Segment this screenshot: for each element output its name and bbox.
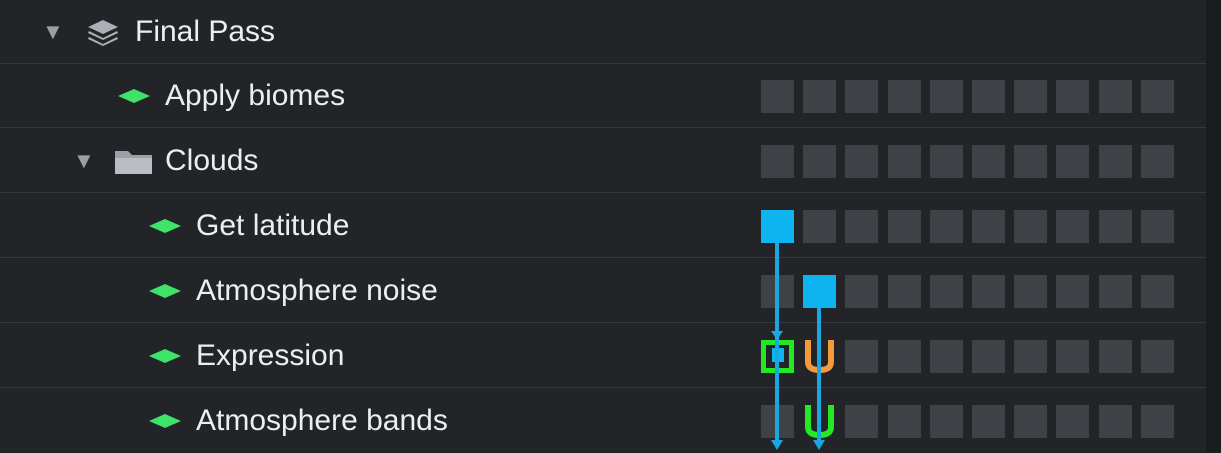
empty-slot[interactable] — [1099, 145, 1132, 178]
tree-row-label: Expression — [196, 339, 345, 372]
input-port-fill — [772, 348, 784, 362]
empty-slot[interactable] — [1099, 340, 1132, 373]
empty-slot[interactable] — [888, 340, 921, 373]
empty-slot[interactable] — [1014, 405, 1047, 438]
collapse-arrow-icon[interactable]: ▼ — [42, 0, 64, 64]
tree-row-label: Atmosphere noise — [196, 274, 438, 307]
empty-slot[interactable] — [930, 405, 963, 438]
diamond-icon — [149, 414, 181, 433]
input-port[interactable] — [761, 340, 794, 373]
empty-slot[interactable] — [888, 405, 921, 438]
empty-slot[interactable] — [1099, 210, 1132, 243]
empty-slot[interactable] — [1099, 275, 1132, 308]
tree-row-label: Get latitude — [196, 209, 350, 242]
empty-slot[interactable] — [972, 405, 1005, 438]
empty-slot[interactable] — [1014, 340, 1047, 373]
empty-slot[interactable] — [845, 275, 878, 308]
diamond-icon — [118, 89, 150, 108]
tree-row-final-pass[interactable]: ▼ Final Pass — [0, 0, 1206, 64]
empty-slot[interactable] — [930, 275, 963, 308]
empty-slot[interactable] — [1056, 340, 1089, 373]
diamond-icon — [149, 219, 181, 238]
tree-row-atmosphere-noise[interactable]: Atmosphere noise — [0, 259, 1206, 323]
empty-slot[interactable] — [1014, 145, 1047, 178]
output-port[interactable] — [803, 275, 836, 308]
empty-slot[interactable] — [1056, 210, 1089, 243]
empty-slot[interactable] — [803, 145, 836, 178]
empty-slot[interactable] — [1141, 275, 1174, 308]
empty-slot[interactable] — [761, 405, 794, 438]
empty-slot[interactable] — [845, 80, 878, 113]
empty-slot[interactable] — [972, 210, 1005, 243]
layer-tree-panel: ▼ Final Pass Apply biomes ▼ Clouds Get l… — [0, 0, 1221, 452]
empty-slot[interactable] — [761, 80, 794, 113]
tree-row-label: Apply biomes — [165, 79, 346, 112]
collapse-arrow-icon[interactable]: ▼ — [73, 129, 95, 193]
empty-slot[interactable] — [1099, 80, 1132, 113]
empty-slot[interactable] — [1141, 210, 1174, 243]
empty-slot[interactable] — [972, 275, 1005, 308]
empty-slot[interactable] — [845, 340, 878, 373]
tree-row-get-latitude[interactable]: Get latitude — [0, 194, 1206, 258]
tree-row-label: Clouds — [165, 144, 259, 177]
tree-row-expression[interactable]: Expression — [0, 324, 1206, 388]
empty-slot[interactable] — [845, 145, 878, 178]
panel-edge — [1206, 0, 1221, 452]
tree-row-apply-biomes[interactable]: Apply biomes — [0, 64, 1206, 128]
empty-slot[interactable] — [1056, 80, 1089, 113]
empty-slot[interactable] — [930, 210, 963, 243]
empty-slot[interactable] — [1099, 405, 1132, 438]
empty-slot[interactable] — [930, 145, 963, 178]
empty-slot[interactable] — [1141, 405, 1174, 438]
tree-row-clouds[interactable]: ▼ Clouds — [0, 129, 1206, 193]
folder-icon — [114, 147, 154, 180]
empty-slot[interactable] — [1056, 275, 1089, 308]
empty-slot[interactable] — [888, 145, 921, 178]
empty-slot[interactable] — [761, 145, 794, 178]
empty-slot[interactable] — [972, 340, 1005, 373]
tree-row-atmosphere-bands[interactable]: Atmosphere bands — [0, 389, 1206, 453]
empty-slot[interactable] — [1014, 210, 1047, 243]
empty-slot[interactable] — [803, 210, 836, 243]
empty-slot[interactable] — [930, 340, 963, 373]
empty-slot[interactable] — [803, 80, 836, 113]
empty-slot[interactable] — [1141, 340, 1174, 373]
empty-slot[interactable] — [761, 275, 794, 308]
empty-slot[interactable] — [972, 80, 1005, 113]
diamond-icon — [149, 284, 181, 303]
empty-slot[interactable] — [972, 145, 1005, 178]
empty-slot[interactable] — [930, 80, 963, 113]
input-port-green[interactable] — [803, 404, 836, 439]
empty-slot[interactable] — [1014, 80, 1047, 113]
empty-slot[interactable] — [1056, 145, 1089, 178]
empty-slot[interactable] — [1014, 275, 1047, 308]
empty-slot[interactable] — [1141, 80, 1174, 113]
diamond-icon — [149, 349, 181, 368]
empty-slot[interactable] — [845, 405, 878, 438]
empty-slot[interactable] — [888, 275, 921, 308]
tree-row-label: Atmosphere bands — [196, 404, 448, 437]
empty-slot[interactable] — [888, 80, 921, 113]
input-port-orange[interactable] — [803, 339, 836, 374]
empty-slot[interactable] — [1056, 405, 1089, 438]
tree-row-label: Final Pass — [135, 15, 276, 48]
output-port[interactable] — [761, 210, 794, 243]
empty-slot[interactable] — [845, 210, 878, 243]
empty-slot[interactable] — [1141, 145, 1174, 178]
layers-icon — [86, 18, 120, 51]
empty-slot[interactable] — [888, 210, 921, 243]
